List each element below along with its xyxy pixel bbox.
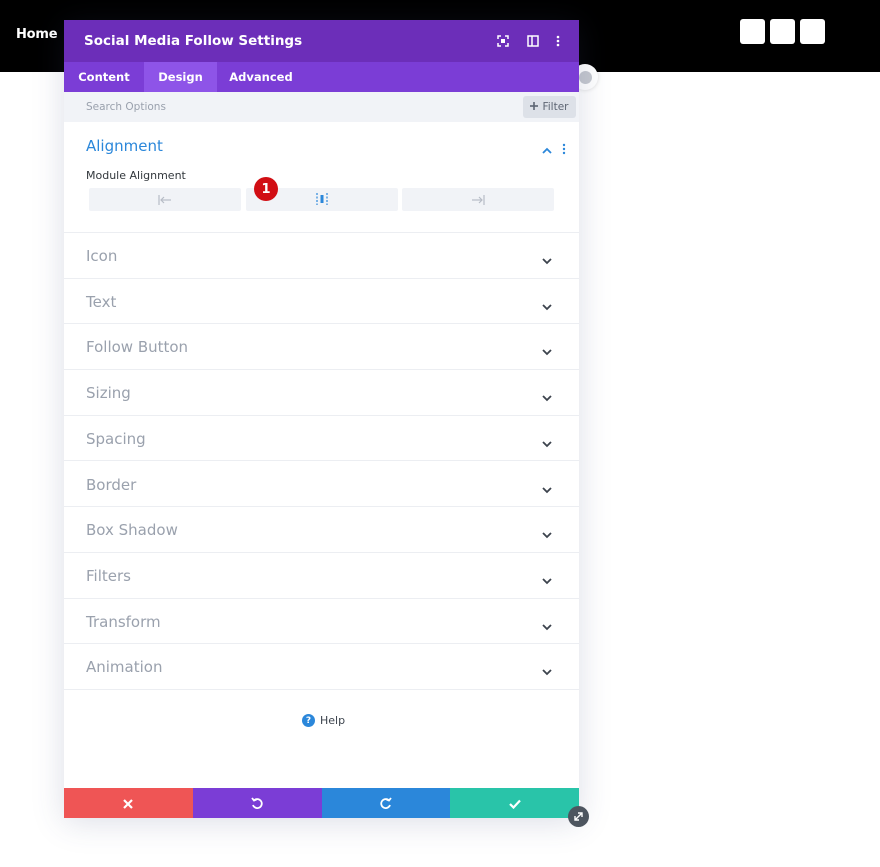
- chevron-down-icon: [542, 571, 552, 585]
- chevron-down-icon: [542, 434, 552, 448]
- chevron-down-icon: [542, 662, 552, 676]
- help-label: Help: [320, 714, 346, 727]
- split-view-icon[interactable]: [525, 33, 541, 49]
- section-filters[interactable]: Filters: [64, 553, 579, 599]
- section-label: Text: [86, 292, 117, 311]
- section-label: Transform: [86, 612, 161, 631]
- resize-handle[interactable]: [568, 806, 589, 827]
- section-border[interactable]: Border: [64, 462, 579, 508]
- align-right-icon: [471, 190, 485, 209]
- section-animation[interactable]: Animation: [64, 644, 579, 690]
- align-left-icon: [158, 190, 172, 209]
- section-label: Spacing: [86, 429, 146, 448]
- search-input[interactable]: Search Options: [86, 101, 166, 113]
- fullscreen-icon[interactable]: [495, 33, 511, 49]
- filter-button[interactable]: Filter: [523, 96, 576, 118]
- undo-button[interactable]: [192, 788, 322, 818]
- chevron-down-icon: [542, 297, 552, 310]
- more-options-icon[interactable]: [550, 33, 566, 49]
- alignment-title[interactable]: Alignment: [86, 137, 163, 155]
- section-sizing[interactable]: Sizing: [64, 370, 579, 416]
- header-square-1[interactable]: [740, 19, 765, 44]
- undo-icon: [251, 794, 263, 813]
- nav-home-link[interactable]: Home: [16, 27, 58, 42]
- section-label: Animation: [86, 658, 163, 677]
- tab-advanced[interactable]: Advanced: [217, 62, 305, 92]
- settings-modal: Social Media Follow Settings Content Des…: [64, 20, 579, 818]
- search-bar: Search Options Filter: [64, 92, 579, 122]
- modal-title: Social Media Follow Settings: [84, 33, 303, 49]
- header-square-3[interactable]: [800, 19, 825, 44]
- section-follow-button[interactable]: Follow Button: [64, 324, 579, 371]
- section-label: Box Shadow: [86, 521, 178, 540]
- chevron-up-icon[interactable]: [542, 141, 552, 154]
- section-label: Follow Button: [86, 338, 189, 357]
- section-label: Icon: [86, 247, 118, 265]
- help-link[interactable]: ? Help: [302, 714, 345, 727]
- chevron-down-icon: [542, 480, 552, 493]
- cancel-button[interactable]: [64, 788, 193, 818]
- section-label: Sizing: [86, 384, 131, 403]
- section-box-shadow[interactable]: Box Shadow: [64, 507, 579, 553]
- resize-icon: [573, 807, 584, 826]
- section-label: Border: [86, 475, 137, 494]
- align-left-button[interactable]: [89, 188, 241, 211]
- section-options-icon[interactable]: [562, 140, 572, 155]
- module-alignment-label: Module Alignment: [86, 169, 186, 182]
- section-icon[interactable]: Icon: [64, 233, 579, 279]
- modal-footer: [64, 788, 579, 818]
- chevron-down-icon: [542, 525, 552, 539]
- section-transform[interactable]: Transform: [64, 599, 579, 645]
- chevron-down-icon: [542, 251, 552, 265]
- section-label: Filters: [86, 566, 131, 585]
- align-right-button[interactable]: [402, 188, 554, 211]
- modal-tabs: Content Design Advanced: [64, 62, 579, 92]
- chevron-down-icon: [542, 617, 552, 630]
- modal-header: Social Media Follow Settings: [64, 20, 579, 62]
- gear-icon: [578, 70, 592, 84]
- save-button[interactable]: [450, 788, 579, 818]
- tab-content[interactable]: Content: [64, 62, 144, 92]
- align-center-icon: [315, 190, 329, 209]
- close-icon: [123, 794, 134, 813]
- chevron-down-icon: [542, 388, 552, 402]
- chevron-down-icon: [542, 342, 552, 356]
- section-text[interactable]: Text: [64, 279, 579, 325]
- redo-button[interactable]: [321, 788, 451, 818]
- step-badge: 1: [254, 177, 278, 201]
- tab-design[interactable]: Design: [144, 62, 217, 92]
- header-square-2[interactable]: [770, 19, 795, 44]
- question-icon: ?: [302, 714, 315, 727]
- check-icon: [508, 794, 521, 813]
- section-spacing[interactable]: Spacing: [64, 416, 579, 462]
- plus-icon: [530, 101, 539, 113]
- redo-icon: [380, 794, 392, 813]
- filter-label: Filter: [542, 101, 569, 113]
- alignment-section: Alignment Module Alignment 1: [64, 122, 579, 233]
